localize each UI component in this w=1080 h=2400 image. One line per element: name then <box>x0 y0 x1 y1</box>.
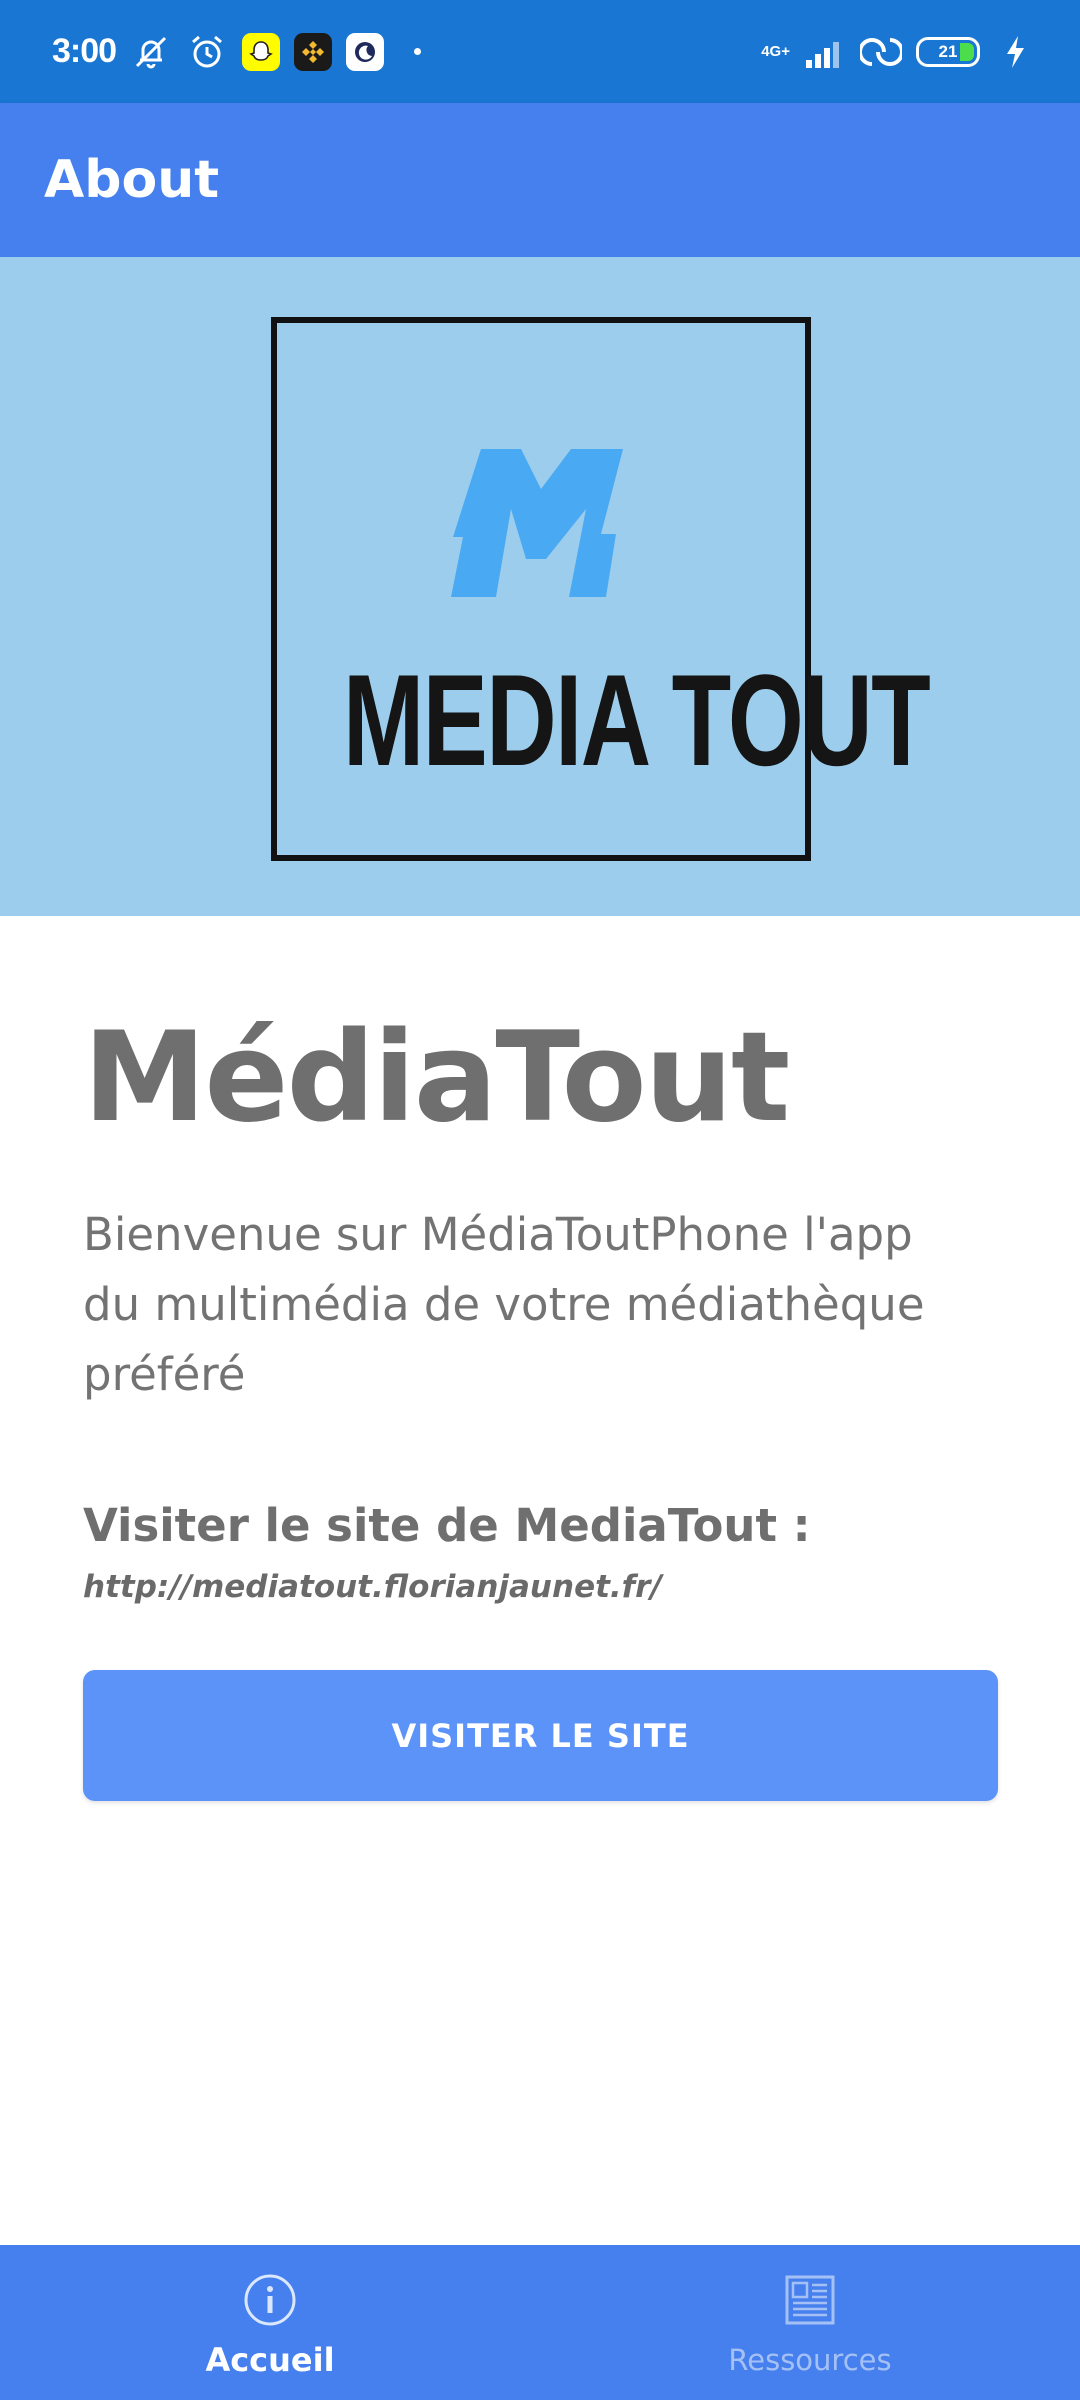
status-right: 4G+ 21 <box>761 31 1036 73</box>
status-bar: 3:00 4G+ 21 <box>0 0 1080 103</box>
site-url-link[interactable]: http://mediatout.florianjaunet.fr/ <box>83 1569 662 1605</box>
charging-icon <box>994 31 1036 73</box>
network-type: 4G+ <box>761 43 790 60</box>
page-title: About <box>44 150 220 210</box>
battery-icon: 21 <box>916 36 980 67</box>
nav-label-ressources: Ressources <box>728 2343 892 2377</box>
visit-site-text: Visiter le site de MediaTout : http://me… <box>83 1498 997 1615</box>
logo-m-icon <box>451 449 623 597</box>
logo-text: MEDIA TOUT <box>343 647 931 793</box>
info-icon <box>244 2274 296 2326</box>
notification-dot <box>414 48 422 55</box>
status-time: 3:00 <box>52 32 117 70</box>
logo: MEDIA TOUT <box>271 317 931 861</box>
binance-icon <box>294 32 333 71</box>
signal-icon <box>804 31 846 73</box>
welcome-text: Bienvenue sur MédiaToutPhone l'app du mu… <box>83 1208 925 1401</box>
muted-bell-icon <box>130 31 172 73</box>
app-name-heading: MédiaTout <box>83 1006 790 1150</box>
alarm-icon <box>186 31 228 73</box>
visit-label: Visiter le site de MediaTout : <box>83 1499 811 1552</box>
status-left: 3:00 <box>52 31 422 73</box>
document-icon <box>785 2275 835 2325</box>
nav-label-accueil: Accueil <box>205 2341 335 2379</box>
bottom-nav: Accueil Ressources <box>0 2245 1080 2400</box>
hotspot-icon <box>860 31 902 73</box>
visit-site-button[interactable]: VISITER LE SITE <box>83 1670 998 1801</box>
hero-banner: MEDIA TOUT <box>0 257 1080 916</box>
battery-fill <box>960 42 974 61</box>
nav-item-accueil[interactable]: Accueil <box>0 2245 540 2400</box>
moon-icon <box>346 32 385 71</box>
battery-level: 21 <box>938 41 958 61</box>
app-bar: About <box>0 103 1080 257</box>
nav-item-ressources[interactable]: Ressources <box>540 2245 1080 2400</box>
snapchat-icon <box>242 32 281 71</box>
